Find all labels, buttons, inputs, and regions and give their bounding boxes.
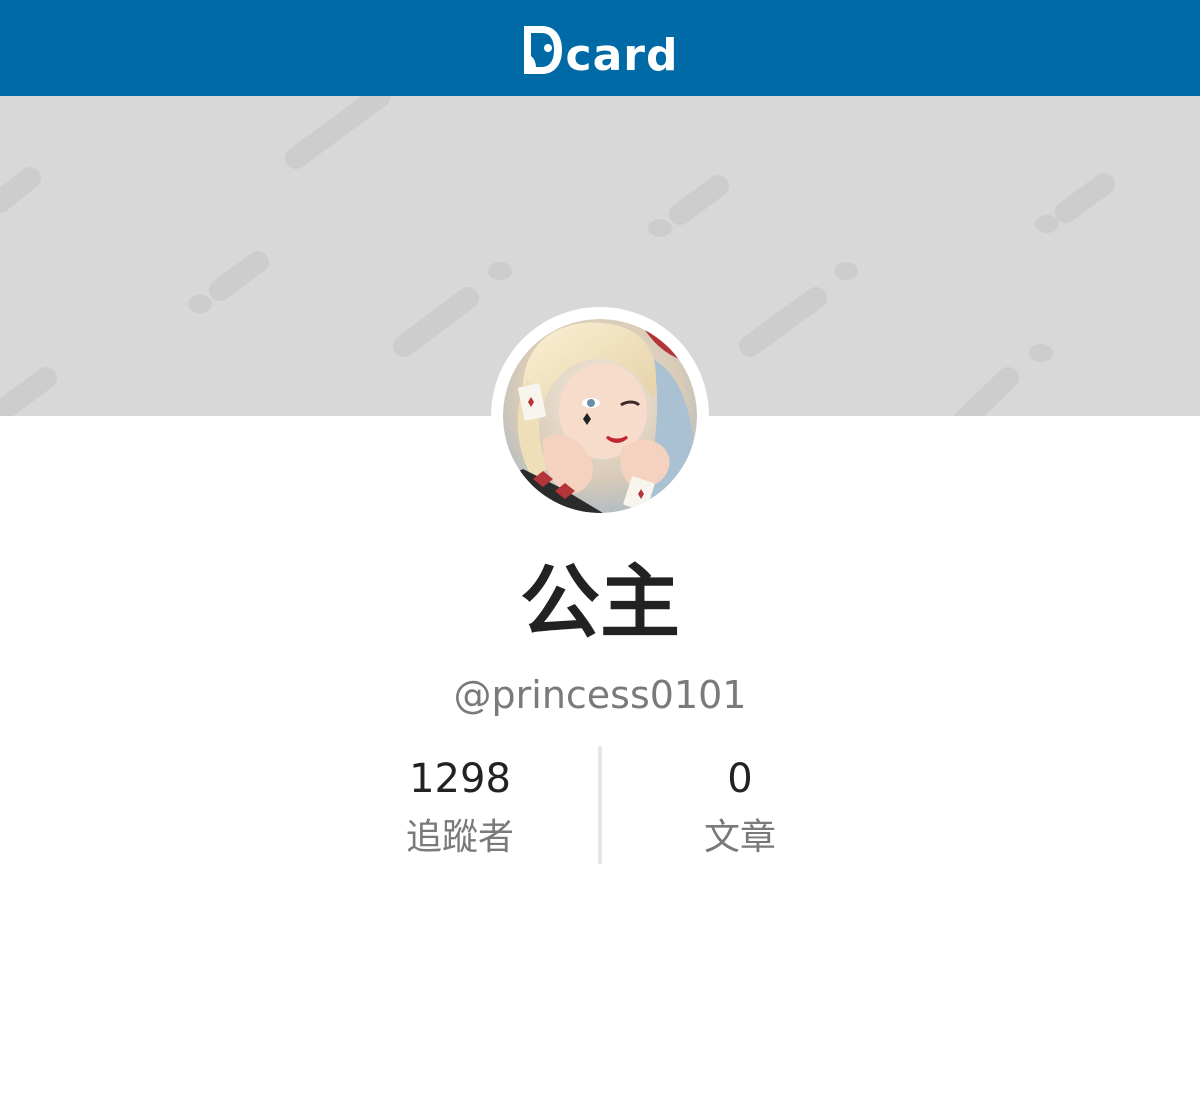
avatar-image[interactable] [503,319,697,513]
followers-label: 追蹤者 [405,817,514,858]
profile-stats: 1298 追蹤者 0 文章 [320,746,880,864]
posts-count: 0 [727,756,753,802]
user-handle: @princess0101 [453,673,747,717]
display-name: 公主 [520,556,680,649]
dcard-logo[interactable]: card [522,20,679,81]
posts-label: 文章 [703,817,776,858]
followers-count: 1298 [409,756,511,802]
followers-stat[interactable]: 1298 追蹤者 [320,746,600,864]
top-navbar: card [0,0,1200,96]
logo-text: card [565,30,679,81]
avatar-frame [491,307,709,525]
dcard-logo-icon [523,26,562,74]
posts-stat[interactable]: 0 文章 [600,746,880,864]
profile-page: card 公主 @princess0101 1298 追蹤者 0 文章 [0,0,1200,1110]
